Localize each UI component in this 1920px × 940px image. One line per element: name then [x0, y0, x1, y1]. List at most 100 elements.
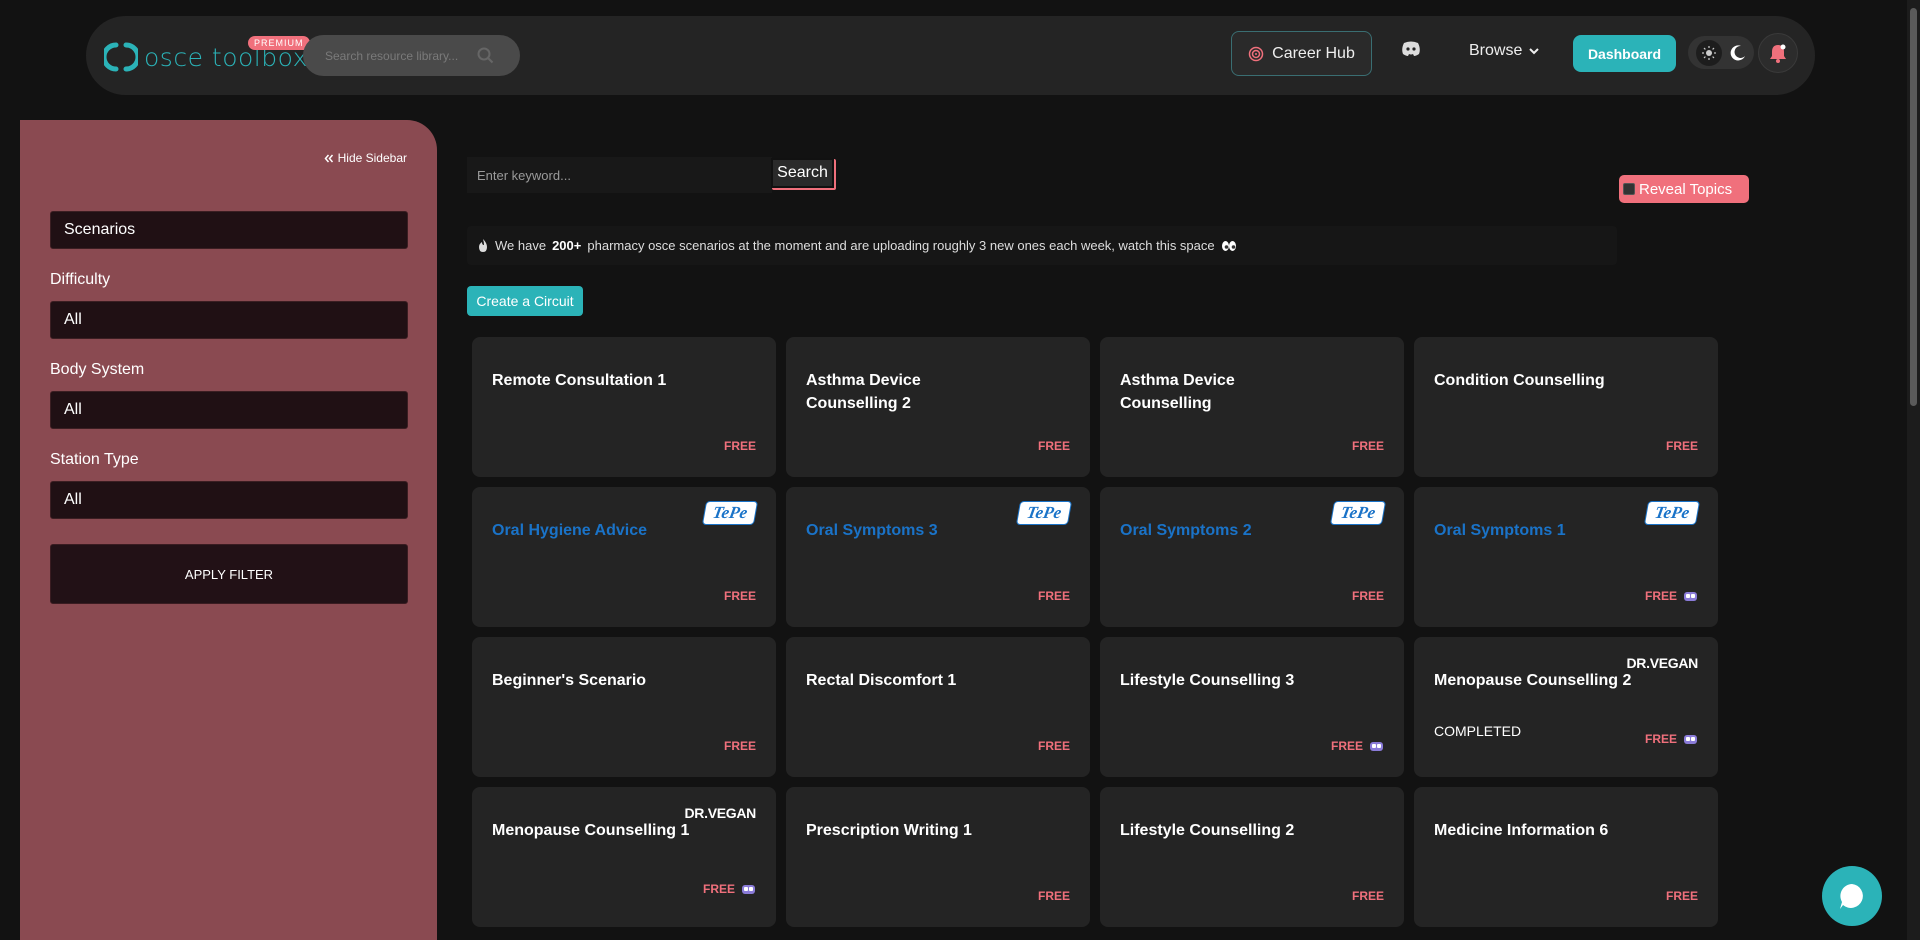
category-select[interactable]: Scenarios: [50, 211, 408, 249]
scenario-card[interactable]: Oral Hygiene Advice TePe FREE: [472, 487, 776, 627]
tepe-sponsor-logo: TePe: [1643, 501, 1701, 525]
scenario-title: Menopause Counselling 1: [492, 822, 690, 839]
free-badge: FREE: [1038, 439, 1070, 453]
free-badge: FREE: [1352, 889, 1384, 903]
apply-filter-button[interactable]: APPLY FILTER: [50, 544, 408, 604]
scenario-card[interactable]: Lifestyle Counselling 3 FREE: [1100, 637, 1404, 777]
reveal-topics-checkbox[interactable]: [1623, 183, 1635, 195]
search-button[interactable]: Search: [771, 158, 836, 190]
free-label: FREE: [1665, 889, 1698, 903]
sun-icon: [1695, 39, 1722, 66]
free-badge: FREE: [703, 882, 756, 896]
free-badge: FREE: [1645, 732, 1698, 746]
filter-sidebar: Hide Sidebar Scenarios Difficulty All Bo…: [20, 120, 437, 940]
theme-toggle[interactable]: [1688, 36, 1754, 69]
top-navbar: osce toolbox PREMIUM Career Hub Browse D…: [86, 16, 1815, 95]
scenario-card[interactable]: Oral Symptoms 2 TePe FREE: [1100, 487, 1404, 627]
browse-menu[interactable]: Browse: [1469, 42, 1540, 60]
free-label: FREE: [1351, 439, 1384, 453]
scenario-title: Oral Hygiene Advice: [492, 522, 648, 539]
hide-sidebar-label: Hide Sidebar: [337, 151, 407, 165]
tepe-sponsor-logo: TePe: [1329, 501, 1387, 525]
target-icon: [1248, 46, 1264, 61]
vr-headset-icon: [1684, 734, 1697, 744]
scenario-card[interactable]: Rectal Discomfort 1 FREE: [786, 637, 1090, 777]
scenario-grid: Remote Consultation 1 FREE Asthma Device C…: [472, 337, 1718, 927]
reveal-topics-toggle[interactable]: Reveal Topics: [1619, 175, 1749, 203]
scenario-title: Lifestyle Counselling 2: [1120, 822, 1295, 839]
notification-bell[interactable]: [1758, 33, 1798, 73]
scenario-card[interactable]: Asthma Device Counselling FREE: [1100, 337, 1404, 477]
difficulty-label: Difficulty: [50, 271, 111, 288]
chat-button[interactable]: [1822, 866, 1882, 926]
discord-icon[interactable]: [1401, 41, 1421, 57]
resource-search-input[interactable]: [325, 48, 465, 63]
free-badge: FREE: [724, 439, 756, 453]
info-notice: We have 200+ pharmacy osce scenarios at …: [467, 226, 1617, 265]
double-chevron-left-icon: [324, 154, 333, 162]
scrollbar-thumb[interactable]: [1910, 8, 1917, 406]
scenario-card[interactable]: Condition Counselling FREE: [1414, 337, 1718, 477]
scenario-title: Lifestyle Counselling 3: [1120, 672, 1295, 689]
body-system-select[interactable]: All: [50, 391, 408, 429]
moon-icon: [1730, 44, 1745, 60]
free-label: FREE: [1037, 589, 1070, 603]
scenario-card[interactable]: Medicine Information 6 FREE: [1414, 787, 1718, 927]
free-badge: FREE: [1666, 439, 1698, 453]
scenario-title: Asthma Device Counselling 2: [806, 372, 921, 412]
free-label: FREE: [1351, 889, 1384, 903]
scenario-card[interactable]: Menopause Counselling 1 DR.VEGAN FREE: [472, 787, 776, 927]
career-hub-button[interactable]: Career Hub: [1231, 31, 1372, 76]
scenario-card[interactable]: Beginner's Scenario FREE: [472, 637, 776, 777]
scenario-card[interactable]: Prescription Writing 1 FREE: [786, 787, 1090, 927]
hide-sidebar-button[interactable]: Hide Sidebar: [324, 151, 407, 165]
scenario-card[interactable]: Remote Consultation 1 FREE: [472, 337, 776, 477]
free-label: FREE: [1644, 732, 1677, 746]
notice-text: pharmacy osce scenarios at the moment an…: [587, 238, 1215, 253]
premium-badge: PREMIUM: [248, 36, 310, 50]
free-label: FREE: [1644, 589, 1677, 603]
search-icon[interactable]: [477, 47, 494, 64]
logo[interactable]: osce toolbox PREMIUM: [101, 36, 310, 74]
scenario-card[interactable]: Menopause Counselling 2 DR.VEGAN COMPLETED…: [1414, 637, 1718, 777]
scenario-card[interactable]: Oral Symptoms 1 TePe FREE: [1414, 487, 1718, 627]
free-badge: FREE: [1352, 589, 1384, 603]
free-label: FREE: [702, 882, 735, 896]
free-badge: FREE: [1645, 589, 1698, 603]
free-badge: FREE: [1038, 889, 1070, 903]
free-badge: FREE: [724, 589, 756, 603]
scenario-title: Beginner's Scenario: [492, 672, 647, 689]
scenario-card[interactable]: Asthma Device Counselling 2 FREE: [786, 337, 1090, 477]
scenario-title: Remote Consultation 1: [492, 372, 667, 389]
scenario-title: Oral Symptoms 3: [806, 522, 938, 539]
create-circuit-button[interactable]: Create a Circuit: [467, 286, 583, 316]
scenario-card[interactable]: Lifestyle Counselling 2 FREE: [1100, 787, 1404, 927]
chevron-down-icon: [1529, 47, 1540, 54]
eyes-icon: [1221, 240, 1236, 251]
chat-icon: [1840, 884, 1863, 909]
station-type-select[interactable]: All: [50, 481, 408, 519]
free-label: FREE: [1037, 739, 1070, 753]
scenario-card[interactable]: Oral Symptoms 3 TePe FREE: [786, 487, 1090, 627]
vr-headset-icon: [742, 884, 755, 894]
completed-status: COMPLETED: [1434, 723, 1522, 739]
scenario-title: Medicine Information 6: [1434, 822, 1609, 839]
bell-icon: [1770, 44, 1786, 63]
free-badge: FREE: [1038, 589, 1070, 603]
scrollbar[interactable]: [1907, 0, 1920, 940]
scenario-title: Condition Counselling: [1434, 372, 1605, 389]
keyword-input[interactable]: [467, 157, 772, 193]
difficulty-select[interactable]: All: [50, 301, 408, 339]
vr-headset-icon: [1370, 741, 1383, 751]
dashboard-button[interactable]: Dashboard: [1573, 35, 1676, 72]
scenario-title: Rectal Discomfort 1: [806, 672, 957, 689]
drvegan-sponsor-logo: DR.VEGAN: [1626, 655, 1699, 671]
tepe-sponsor-logo: TePe: [1015, 501, 1073, 525]
scenario-title: Oral Symptoms 1: [1434, 522, 1566, 539]
fire-icon: [479, 238, 487, 252]
free-badge: FREE: [1331, 739, 1384, 753]
free-label: FREE: [1037, 439, 1070, 453]
free-badge: FREE: [1038, 739, 1070, 753]
free-label: FREE: [1037, 889, 1070, 903]
scenario-title: Prescription Writing 1: [806, 822, 972, 839]
